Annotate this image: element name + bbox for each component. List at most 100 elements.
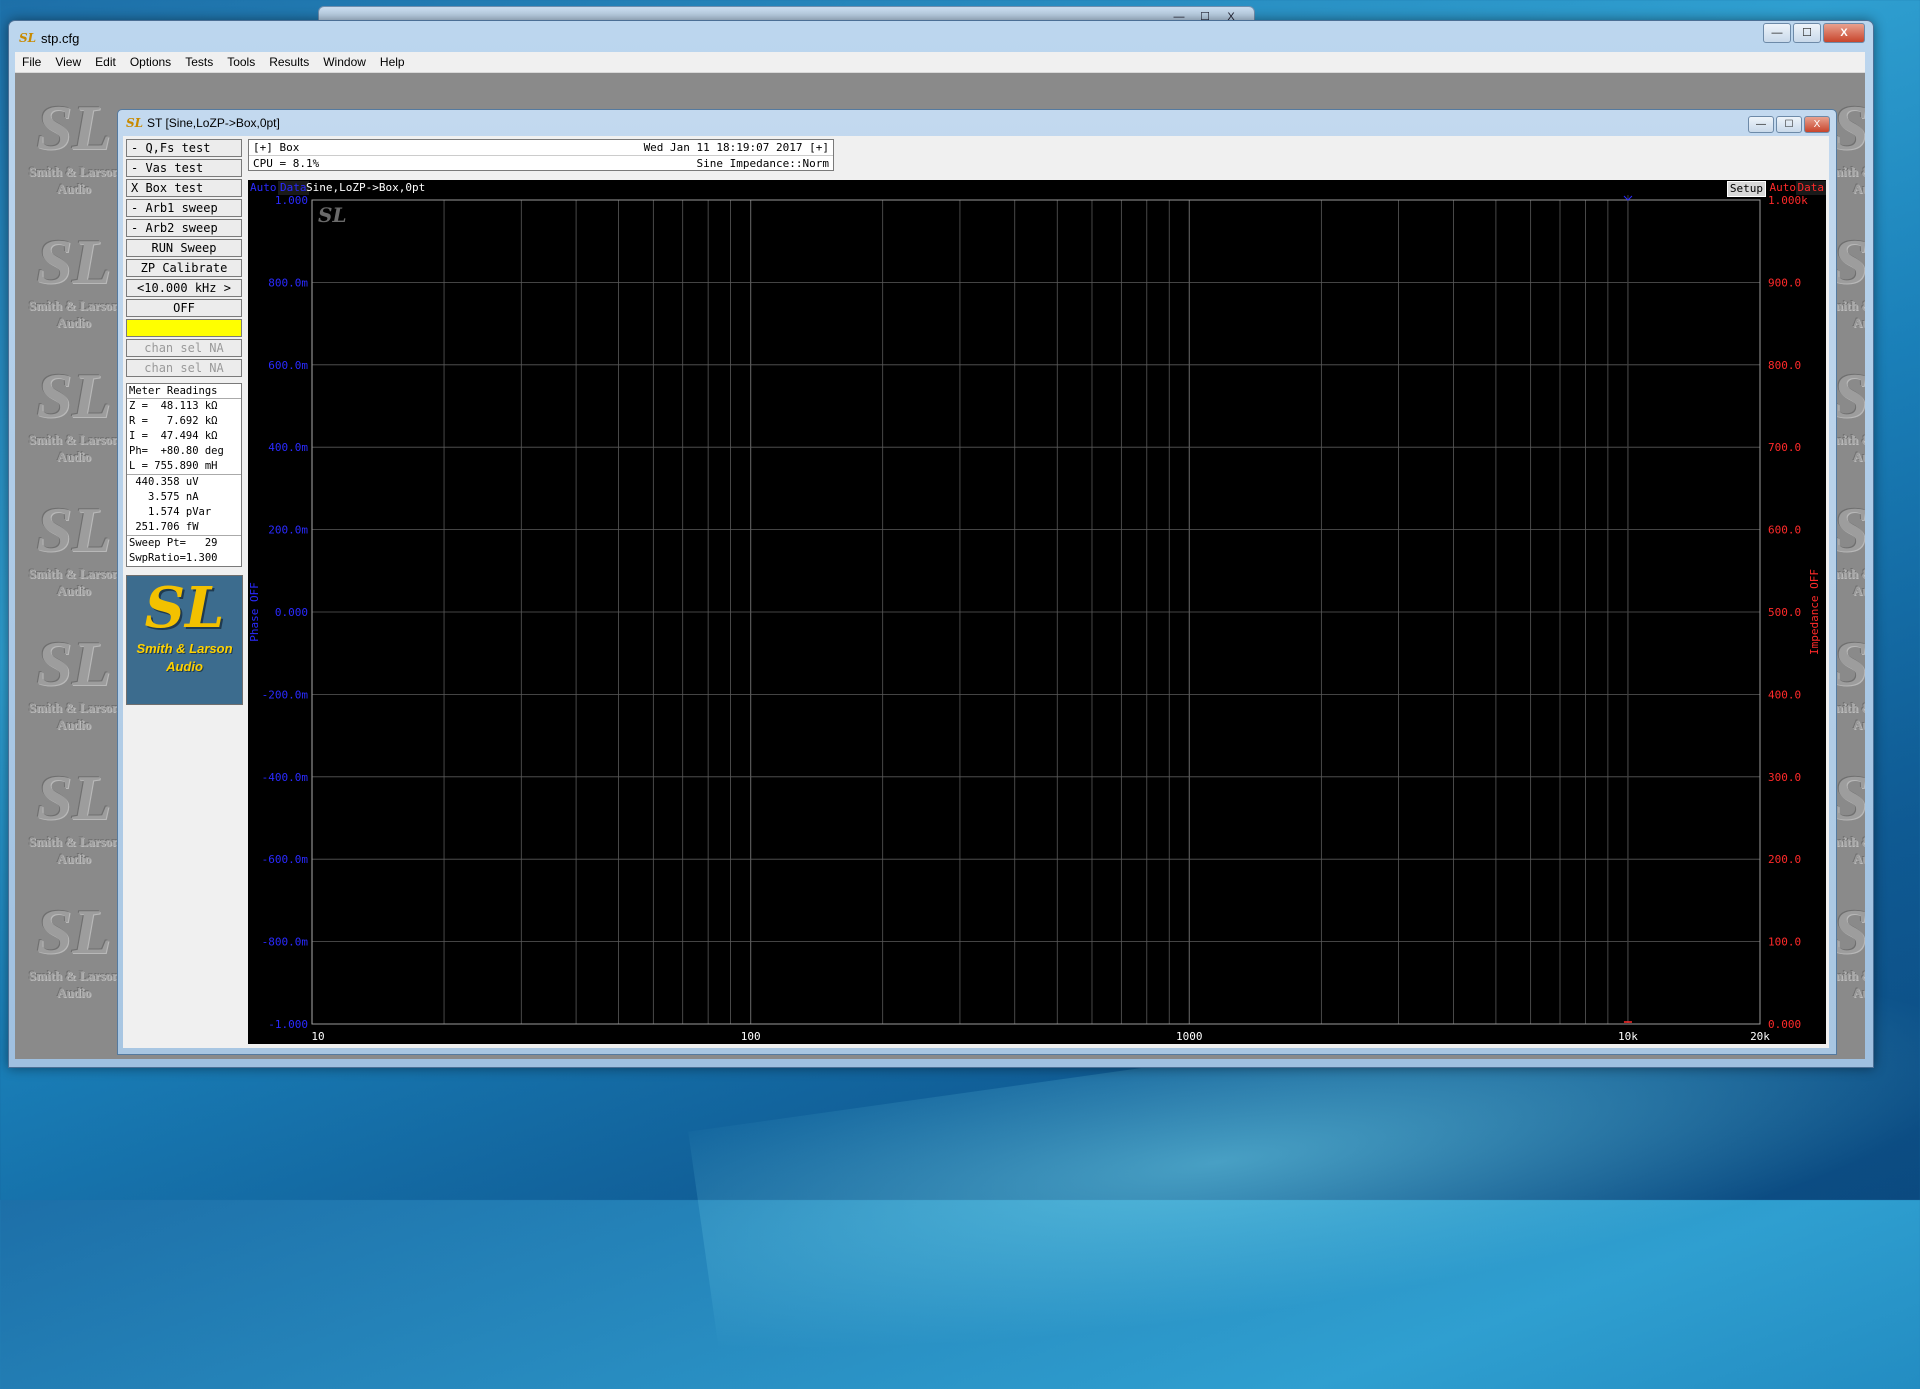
watermark-text: Smith & Larson xyxy=(28,834,120,849)
watermark-tile: SLSmith & Larson Audio xyxy=(19,93,129,205)
left-axis-title: Phase OFF xyxy=(248,582,261,642)
menu-results[interactable]: Results xyxy=(262,52,316,72)
menu-options[interactable]: Options xyxy=(123,52,178,72)
panel-button[interactable]: - Q,Fs test xyxy=(126,139,242,157)
menu-tests[interactable]: Tests xyxy=(178,52,220,72)
child-close-button[interactable]: X xyxy=(1804,116,1830,133)
panel-button[interactable]: - Vas test xyxy=(126,159,242,177)
child-client: - Q,Fs test - Vas test X Box test - Arb1 sw… xyxy=(123,136,1829,1048)
watermark-text: Audio xyxy=(57,985,91,1000)
panel-button[interactable]: <10.000 kHz > xyxy=(126,279,242,297)
panel-button[interactable]: chan sel NA xyxy=(126,339,242,357)
watermark-mark: SL xyxy=(36,360,112,431)
menu-window[interactable]: Window xyxy=(316,52,373,72)
right-axis-tick-label: 700.0 xyxy=(1768,441,1801,454)
watermark-text: Smith & Larson xyxy=(28,298,120,313)
right-axis-tick-label: 1.000k xyxy=(1768,194,1808,207)
right-axis-tick-label: 500.0 xyxy=(1768,606,1801,619)
watermark-text: Smith & Larson xyxy=(28,968,120,983)
control-panel: - Q,Fs test - Vas test X Box test - Arb1 sw… xyxy=(126,139,244,705)
watermark-text: Audio xyxy=(57,851,91,866)
sweep-child-window: SL ST [Sine,LoZP->Box,0pt] — ☐ X - Q,Fs … xyxy=(117,109,1837,1055)
right-axis-tick-label: 600.0 xyxy=(1768,524,1801,537)
right-axis-tick-label: 100.0 xyxy=(1768,936,1801,949)
main-app-window: SL stp.cfg — ☐ X File View Edit Options … xyxy=(8,20,1874,1068)
left-axis-tick-label: 400.0m xyxy=(268,441,308,454)
panel-button[interactable]: RUN Sweep xyxy=(126,239,242,257)
status-cpu: CPU = 8.1% xyxy=(253,157,320,170)
panel-button[interactable]: - Arb1 sweep xyxy=(126,199,242,217)
watermark-text: Smith & Larson xyxy=(28,432,120,447)
left-axis-tick-label: -600.0m xyxy=(262,853,309,866)
child-titlebar: SL ST [Sine,LoZP->Box,0pt] xyxy=(126,116,280,130)
status-box: [+] Box Wed Jan 11 18:19:07 2017 [+] CPU… xyxy=(248,139,834,171)
watermark-tile: SLSmith & Larson Audio xyxy=(19,495,129,607)
child-maximize-button[interactable]: ☐ xyxy=(1776,116,1802,133)
menu-tools[interactable]: Tools xyxy=(220,52,262,72)
left-axis-tick-label: 600.0m xyxy=(268,359,308,372)
panel-button[interactable]: OFF xyxy=(126,299,242,317)
x-axis-tick-label: 1000 xyxy=(1176,1030,1203,1043)
menu-help[interactable]: Help xyxy=(373,52,412,72)
right-axis-tick-label: 300.0 xyxy=(1768,771,1801,784)
watermark-text: Audio xyxy=(57,717,91,732)
meter-line: R = 7.692 kΩ xyxy=(129,415,218,427)
brand-line1: Smith & Larson xyxy=(136,641,233,656)
minimize-button[interactable]: — xyxy=(1763,23,1791,43)
child-minimize-button[interactable]: — xyxy=(1748,116,1774,133)
meter-line: 3.575 nA xyxy=(129,491,199,503)
left-axis-tick-label: 800.0m xyxy=(268,276,308,289)
color-indicator-button[interactable] xyxy=(126,319,242,337)
meter-readings: Meter Readings Z = 48.113 kΩ R = 7.692 kΩ… xyxy=(126,383,242,567)
menu-edit[interactable]: Edit xyxy=(88,52,123,72)
left-axis-tick-label: -400.0m xyxy=(262,771,309,784)
meter-line: Z = 48.113 kΩ xyxy=(129,400,218,412)
status-datetime: Wed Jan 11 18:19:07 2017 [+] xyxy=(643,141,829,154)
app-title: stp.cfg xyxy=(41,30,80,46)
meter-line: SwpRatio=1.300 xyxy=(129,552,218,564)
meter-line: 1.574 pVar xyxy=(129,506,212,518)
watermark-mark: SL xyxy=(36,896,112,967)
watermark-tile: SLSmith & Larson Audio xyxy=(19,361,129,473)
meter-group-impedance: Z = 48.113 kΩ R = 7.692 kΩ I = 47.494 kΩ Ph… xyxy=(127,399,241,474)
right-axis-tick-label: 400.0 xyxy=(1768,688,1801,701)
panel-button[interactable]: - Arb2 sweep xyxy=(126,219,242,237)
left-axis-tick-label: -200.0m xyxy=(262,688,309,701)
app-logo-icon: SL xyxy=(19,31,37,45)
watermark-mark: SL xyxy=(36,226,112,297)
menu-view[interactable]: View xyxy=(48,52,88,72)
meter-group-sweep: Sweep Pt= 29 SwpRatio=1.300 xyxy=(127,535,241,566)
watermark-text: Smith & Larson xyxy=(28,164,120,179)
close-button[interactable]: X xyxy=(1823,23,1865,43)
watermark-text: Audio xyxy=(57,181,91,196)
test-button-list: - Q,Fs test - Vas test X Box test - Arb1 sw… xyxy=(126,139,244,377)
menu-file[interactable]: File xyxy=(15,52,48,72)
watermark-tile: SLSmith & Larson Audio xyxy=(19,763,129,875)
meter-line: 440.358 uV xyxy=(129,476,199,488)
watermark-mark: SL xyxy=(36,92,112,163)
right-axis-tick-label: 800.0 xyxy=(1768,359,1801,372)
meter-group-power: 440.358 uV 3.575 nA 1.574 pVar 251.706 f… xyxy=(127,474,241,535)
panel-button[interactable]: X Box test xyxy=(126,179,242,197)
left-axis-tick-label: -1.000 xyxy=(268,1018,308,1031)
main-titlebar: SL stp.cfg xyxy=(19,28,79,48)
watermark-tile: SLSmith & Larson Audio xyxy=(19,629,129,741)
meter-line: I = 47.494 kΩ xyxy=(129,430,218,442)
status-mode[interactable]: [+] Box xyxy=(253,140,299,155)
x-axis-tick-label: 10k xyxy=(1618,1030,1638,1043)
meter-line: L = 755.890 mH xyxy=(129,460,218,472)
panel-button[interactable]: chan sel NA xyxy=(126,359,242,377)
maximize-button[interactable]: ☐ xyxy=(1793,23,1821,43)
watermark-text: Audio xyxy=(57,315,91,330)
watermark-mark: SL xyxy=(36,762,112,833)
watermark-mark: SL xyxy=(36,494,112,565)
impedance-graph[interactable]: Auto Data Sine,LoZP->Box,0pt Setup Auto … xyxy=(248,180,1826,1044)
x-axis-tick-label: 10 xyxy=(311,1030,324,1043)
meter-line: Sweep Pt= 29 xyxy=(129,537,218,549)
watermark-text: Smith & Larson xyxy=(28,566,120,581)
brand-mark: SL xyxy=(144,575,225,641)
plot-area[interactable]: 1.000 1.000k 800.0m 900.0 600.0m 800.0 400.0m 7… xyxy=(248,180,1826,1044)
meter-line: 251.706 fW xyxy=(129,521,199,533)
right-axis-tick-label: 0.000 xyxy=(1768,1018,1801,1031)
panel-button[interactable]: ZP Calibrate xyxy=(126,259,242,277)
